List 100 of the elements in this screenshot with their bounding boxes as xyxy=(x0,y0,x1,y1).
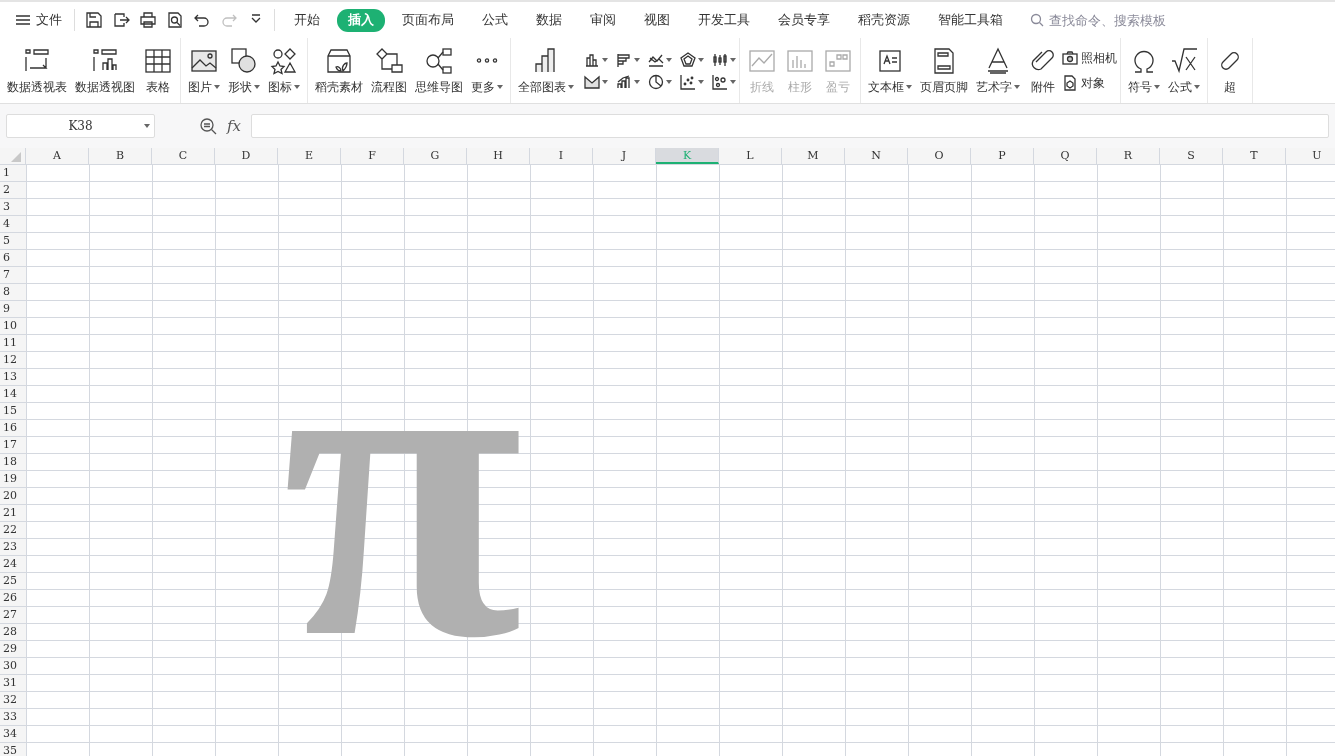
column-header[interactable]: S xyxy=(1160,148,1223,164)
formula-input-field[interactable] xyxy=(251,114,1329,138)
bubble-chart-button[interactable] xyxy=(712,73,736,90)
row-header[interactable]: 9 xyxy=(0,301,26,318)
ribbon-button[interactable]: 全部图表 xyxy=(514,42,578,99)
column-header[interactable]: D xyxy=(215,148,278,164)
row-header[interactable]: 16 xyxy=(0,420,26,437)
stock-chart-button[interactable] xyxy=(712,51,736,68)
ribbon-button[interactable]: 更多 xyxy=(467,42,507,99)
ribbon-button[interactable]: 流程图 xyxy=(367,42,411,99)
row-header[interactable]: 28 xyxy=(0,624,26,641)
row-header[interactable]: 29 xyxy=(0,641,26,658)
column-header[interactable]: E xyxy=(278,148,341,164)
row-header[interactable]: 3 xyxy=(0,199,26,216)
name-box[interactable]: K38 xyxy=(6,114,155,138)
row-header[interactable]: 12 xyxy=(0,352,26,369)
ribbon-button[interactable]: 数据透视图 xyxy=(71,42,139,99)
ribbon-button[interactable]: 稻壳素材 xyxy=(311,42,367,99)
row-header[interactable]: 19 xyxy=(0,471,26,488)
row-header[interactable]: 8 xyxy=(0,284,26,301)
row-header[interactable]: 17 xyxy=(0,437,26,454)
row-header[interactable]: 11 xyxy=(0,335,26,352)
row-header[interactable]: 13 xyxy=(0,369,26,386)
column-header[interactable]: Q xyxy=(1034,148,1097,164)
column-header[interactable]: P xyxy=(971,148,1034,164)
file-menu-button[interactable]: 文件 xyxy=(10,7,68,33)
row-header[interactable]: 21 xyxy=(0,505,26,522)
ribbon-button[interactable]: 艺术字 xyxy=(972,42,1024,99)
bar-chart-button[interactable] xyxy=(616,51,640,68)
row-header[interactable]: 26 xyxy=(0,590,26,607)
ribbon-button[interactable]: 对象 xyxy=(1062,74,1117,92)
scatter-chart-button[interactable] xyxy=(680,73,704,90)
ribbon-button[interactable]: 数据透视表 xyxy=(3,42,71,99)
ribbon-button[interactable]: 表格 xyxy=(139,42,177,99)
radar-chart-button[interactable] xyxy=(680,51,704,68)
row-header[interactable]: 7 xyxy=(0,267,26,284)
function-label[interactable]: fx xyxy=(227,117,241,135)
ribbon-tab[interactable]: 数据 xyxy=(525,8,573,32)
column-header[interactable]: O xyxy=(908,148,971,164)
column-header[interactable]: C xyxy=(152,148,215,164)
row-header[interactable]: 31 xyxy=(0,675,26,692)
ribbon-button[interactable]: 思维导图 xyxy=(411,42,467,99)
row-header[interactable]: 5 xyxy=(0,233,26,250)
column-header[interactable]: F xyxy=(341,148,404,164)
pie-chart-button[interactable] xyxy=(648,73,672,90)
row-header[interactable]: 2 xyxy=(0,182,26,199)
row-header[interactable]: 22 xyxy=(0,522,26,539)
ribbon-button[interactable]: 照相机 xyxy=(1062,49,1117,67)
row-header[interactable]: 20 xyxy=(0,488,26,505)
row-header[interactable]: 32 xyxy=(0,692,26,709)
column-header[interactable]: H xyxy=(467,148,530,164)
ribbon-button[interactable]: 图片 xyxy=(184,42,224,99)
column-header[interactable]: I xyxy=(530,148,593,164)
column-header[interactable]: T xyxy=(1223,148,1286,164)
column-header[interactable]: A xyxy=(26,148,89,164)
ribbon-button[interactable]: 超 xyxy=(1211,42,1249,99)
ribbon-tab[interactable]: 智能工具箱 xyxy=(927,8,1014,32)
combo-chart-button[interactable] xyxy=(616,73,640,90)
column-header[interactable]: B xyxy=(89,148,152,164)
export-icon xyxy=(111,11,130,29)
row-header[interactable]: 10 xyxy=(0,318,26,335)
column-header[interactable]: G xyxy=(404,148,467,164)
row-header[interactable]: 23 xyxy=(0,539,26,556)
search-field[interactable]: 查找命令、搜索模板 xyxy=(1030,11,1211,29)
row-header[interactable]: 25 xyxy=(0,573,26,590)
ribbon-tab[interactable]: 会员专享 xyxy=(767,8,841,32)
ribbon-button[interactable]: 形状 xyxy=(224,42,264,99)
ribbon-tab[interactable]: 开始 xyxy=(283,8,331,32)
ribbon-tab[interactable]: 稻壳资源 xyxy=(847,8,921,32)
column-header[interactable]: L xyxy=(719,148,782,164)
ribbon-tab[interactable]: 页面布局 xyxy=(391,8,465,32)
row-header[interactable]: 27 xyxy=(0,607,26,624)
dropdown-caret-icon xyxy=(666,79,672,84)
ribbon-tab[interactable]: 开发工具 xyxy=(687,8,761,32)
row-header[interactable]: 1 xyxy=(0,165,26,182)
row-header[interactable]: 34 xyxy=(0,726,26,743)
row-header[interactable]: 24 xyxy=(0,556,26,573)
column-chart-button[interactable] xyxy=(584,51,608,68)
ribbon-tab[interactable]: 审阅 xyxy=(579,8,627,32)
row-header[interactable]: 35 xyxy=(0,743,26,756)
ribbon-tab[interactable]: 视图 xyxy=(633,8,681,32)
ribbon-button[interactable]: 页眉页脚 xyxy=(916,42,972,99)
ribbon-button[interactable]: 符号 xyxy=(1124,42,1164,99)
row-header[interactable]: 4 xyxy=(0,216,26,233)
column-header[interactable]: U xyxy=(1286,148,1335,164)
row-header[interactable]: 18 xyxy=(0,454,26,471)
column-header[interactable]: M xyxy=(782,148,845,164)
ribbon-tab[interactable]: 公式 xyxy=(471,8,519,32)
row-header[interactable]: 6 xyxy=(0,250,26,267)
row-header[interactable]: 15 xyxy=(0,403,26,420)
row-header[interactable]: 30 xyxy=(0,658,26,675)
column-header[interactable]: N xyxy=(845,148,908,164)
row-header[interactable]: 33 xyxy=(0,709,26,726)
ribbon-button[interactable]: 公式 xyxy=(1164,42,1204,99)
ribbon-button[interactable]: 文本框 xyxy=(864,42,916,99)
ribbon-button[interactable]: 附件 xyxy=(1024,42,1062,99)
ribbon-button[interactable]: 图标 xyxy=(264,42,304,99)
column-header[interactable]: R xyxy=(1097,148,1160,164)
area-chart-button[interactable] xyxy=(584,73,608,90)
row-header[interactable]: 14 xyxy=(0,386,26,403)
